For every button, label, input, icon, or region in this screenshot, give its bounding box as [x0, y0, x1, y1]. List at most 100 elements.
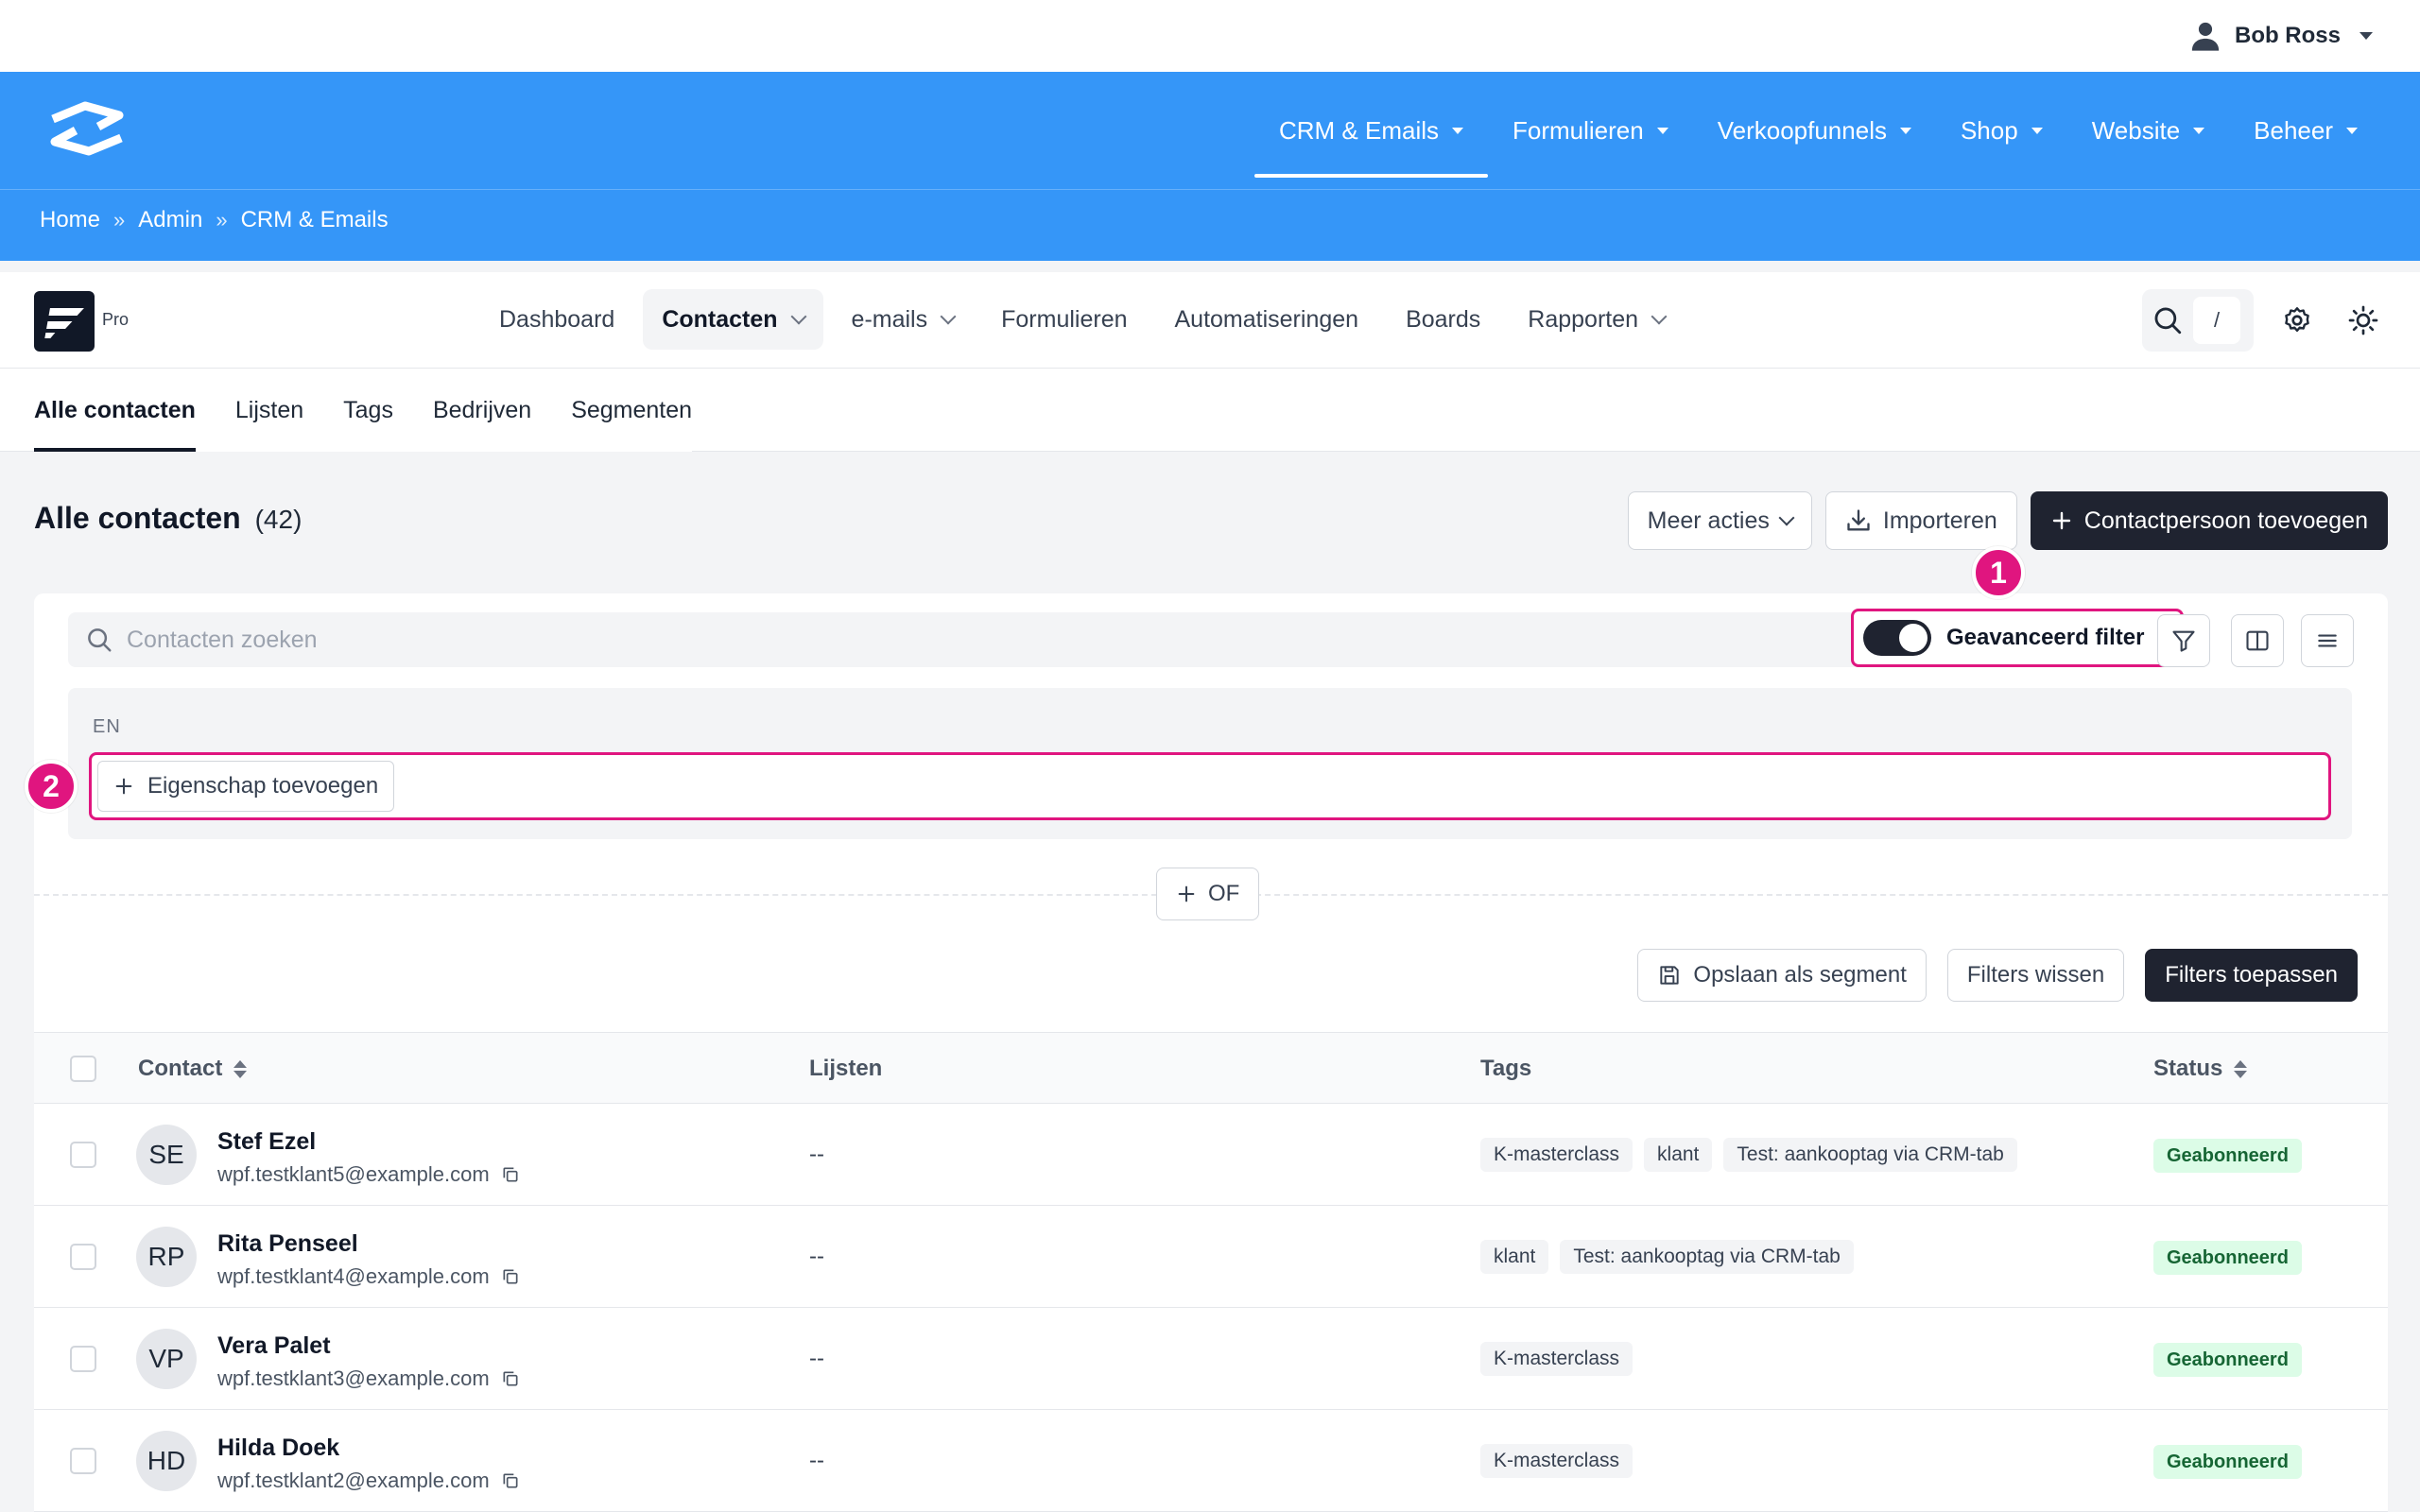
breadcrumb-separator: »: [216, 208, 228, 232]
row-checkbox[interactable]: [70, 1346, 96, 1372]
column-header-lists-label: Lijsten: [809, 1056, 883, 1081]
add-or-group-button[interactable]: OF: [1156, 868, 1260, 920]
tab-boards[interactable]: Boards: [1387, 289, 1499, 350]
chevron-down-icon: [940, 308, 957, 325]
add-contact-button[interactable]: Contactpersoon toevoegen: [2030, 491, 2388, 550]
tag-badge: K-masterclass: [1480, 1444, 1634, 1478]
toggle-knob: [1899, 624, 1927, 652]
subtab-bedrijven[interactable]: Bedrijven: [433, 369, 531, 452]
density-button[interactable]: [2301, 614, 2354, 667]
caret-down-icon: [1899, 127, 1911, 134]
contact-email-text: wpf.testklant3@example.com: [217, 1366, 490, 1390]
table-row[interactable]: RP Rita Penseel wpf.testklant4@example.com…: [34, 1206, 2388, 1308]
tag-badge: klant: [1644, 1138, 1713, 1172]
save-segment-button[interactable]: Opslaan als segment: [1637, 949, 1927, 1002]
table-row[interactable]: VP Vera Palet wpf.testklant3@example.com --…: [34, 1308, 2388, 1410]
page-title: Alle contacten (42): [34, 501, 302, 536]
theme-toggle-button[interactable]: [2341, 298, 2386, 343]
subtab-segmenten[interactable]: Segmenten: [571, 369, 692, 452]
advanced-filter-toggle-highlight: Geavanceerd filter: [1851, 609, 2184, 667]
global-search-button[interactable]: /: [2142, 289, 2254, 352]
more-actions-button[interactable]: Meer acties: [1627, 491, 1812, 550]
filter-group: EN Eigenschap toevoegen: [68, 688, 2352, 839]
column-header-lists: Lijsten: [809, 1033, 882, 1105]
contact-tags: K-masterclass: [1480, 1342, 1634, 1376]
site-nav-label: Shop: [1960, 115, 2018, 145]
site-navbar: CRM & Emails Formulieren Verkoopfunnels Sho…: [0, 72, 2420, 189]
tab-automatiseringen[interactable]: Automatiseringen: [1156, 289, 1378, 350]
columns-button[interactable]: [2231, 614, 2284, 667]
tag-badge: K-masterclass: [1480, 1342, 1634, 1376]
contacts-subtabs: Alle contacten Lijsten Tags Bedrijven Segmen…: [0, 369, 2420, 452]
row-checkbox[interactable]: [70, 1448, 96, 1474]
subtab-tags[interactable]: Tags: [343, 369, 393, 452]
breadcrumb-admin[interactable]: Admin: [138, 207, 202, 233]
app-brand[interactable]: Pro: [34, 291, 129, 352]
contacts-table: Contact Lijsten Tags Status SE Stef Ezel w…: [34, 1032, 2388, 1512]
select-all-checkbox[interactable]: [70, 1056, 96, 1082]
caret-down-icon: [2346, 127, 2358, 134]
contact-count: (42): [254, 505, 302, 534]
site-nav-website[interactable]: Website: [2067, 72, 2229, 189]
tag-badge: Test: aankooptag via CRM-tab: [1560, 1240, 1854, 1274]
advanced-filter-toggle[interactable]: [1863, 620, 1931, 656]
site-nav-beheer[interactable]: Beheer: [2229, 72, 2382, 189]
filter-actions: Opslaan als segment Filters wissen Filte…: [1637, 949, 2358, 1002]
tab-label: Dashboard: [499, 305, 615, 333]
tab-rapporten[interactable]: Rapporten: [1509, 289, 1684, 350]
list-icon: [2318, 634, 2337, 647]
site-nav-formulieren[interactable]: Formulieren: [1488, 72, 1693, 189]
tab-label: Contacten: [662, 305, 778, 333]
copy-icon[interactable]: [501, 1471, 520, 1490]
add-property-button[interactable]: Eigenschap toevoegen: [97, 761, 395, 812]
column-header-status[interactable]: Status: [2153, 1033, 2248, 1105]
header-tools: /: [2142, 289, 2386, 352]
table-row[interactable]: HD Hilda Doek wpf.testklant2@example.com --…: [34, 1410, 2388, 1512]
contact-name[interactable]: Rita Penseel: [217, 1230, 358, 1258]
tab-e-mails[interactable]: e-mails: [833, 289, 974, 350]
column-header-contact[interactable]: Contact: [138, 1033, 248, 1105]
site-nav-crm-emails[interactable]: CRM & Emails: [1253, 72, 1489, 189]
contact-tags: K-masterclass: [1480, 1444, 1634, 1478]
row-checkbox[interactable]: [70, 1142, 96, 1168]
tab-formulieren[interactable]: Formulieren: [982, 289, 1146, 350]
import-button[interactable]: Importeren: [1824, 491, 2017, 550]
save-segment-label: Opslaan als segment: [1693, 962, 1907, 988]
subtab-lijsten[interactable]: Lijsten: [235, 369, 303, 452]
copy-icon[interactable]: [501, 1369, 520, 1388]
copy-icon[interactable]: [501, 1165, 520, 1184]
contact-name[interactable]: Stef Ezel: [217, 1128, 316, 1156]
status-badge: Geabonneerd: [2153, 1343, 2302, 1377]
tab-label: Rapporten: [1528, 305, 1639, 333]
contact-name[interactable]: Vera Palet: [217, 1332, 331, 1360]
site-nav-verkoopfunnels[interactable]: Verkoopfunnels: [1693, 72, 1936, 189]
breadcrumb-home[interactable]: Home: [40, 207, 100, 233]
row-checkbox[interactable]: [70, 1244, 96, 1270]
table-row[interactable]: SE Stef Ezel wpf.testklant5@example.com -- K…: [34, 1104, 2388, 1206]
site-nav-label: Beheer: [2254, 115, 2333, 145]
column-header-contact-label: Contact: [138, 1056, 223, 1081]
apply-filters-button[interactable]: Filters toepassen: [2145, 949, 2358, 1002]
filter-button[interactable]: [2157, 614, 2210, 667]
contact-email: wpf.testklant4@example.com: [217, 1264, 520, 1289]
caret-down-icon: [1656, 127, 1668, 134]
clear-filters-button[interactable]: Filters wissen: [1946, 949, 2125, 1002]
contact-email-text: wpf.testklant4@example.com: [217, 1264, 490, 1288]
import-label: Importeren: [1882, 507, 1997, 534]
contact-search-input[interactable]: [127, 626, 1828, 654]
settings-button[interactable]: [2274, 298, 2320, 343]
contact-email: wpf.testklant5@example.com: [217, 1162, 520, 1187]
gear-icon: [2285, 307, 2309, 332]
copy-icon[interactable]: [501, 1267, 520, 1286]
chevron-down-icon: [1651, 308, 1668, 325]
tab-contacten[interactable]: Contacten: [643, 289, 823, 350]
contact-lists: --: [809, 1244, 824, 1269]
tab-dashboard[interactable]: Dashboard: [480, 289, 633, 350]
site-logo[interactable]: [43, 98, 130, 159]
subtab-alle-contacten[interactable]: Alle contacten: [34, 369, 196, 452]
user-menu[interactable]: Bob Ross: [2189, 17, 2373, 55]
contact-email-text: wpf.testklant5@example.com: [217, 1162, 490, 1186]
contact-name[interactable]: Hilda Doek: [217, 1435, 339, 1462]
site-nav-label: Formulieren: [1512, 115, 1644, 145]
site-nav-shop[interactable]: Shop: [1936, 72, 2067, 189]
